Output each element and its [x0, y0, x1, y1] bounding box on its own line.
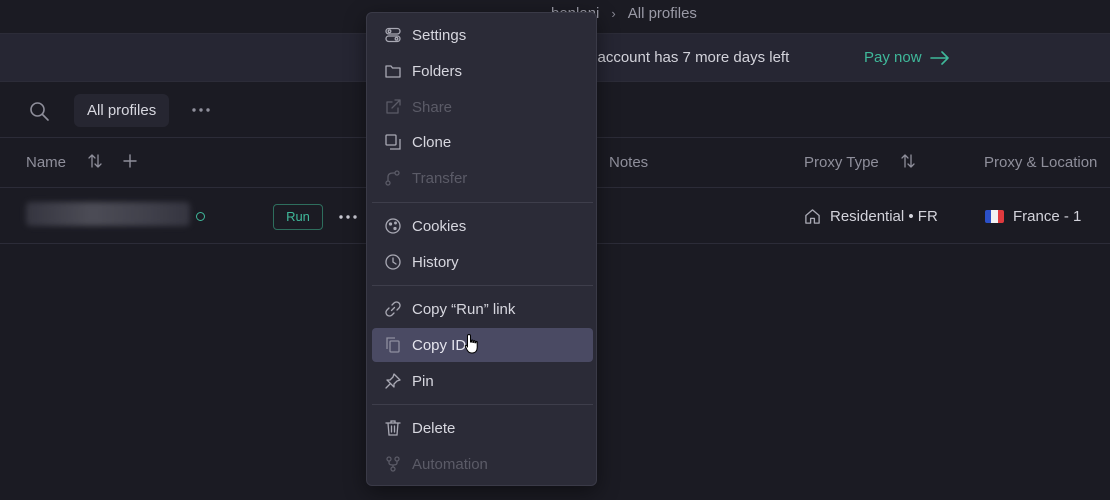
status-indicator — [196, 212, 205, 221]
menu-item-automation: Automation — [372, 447, 593, 481]
menu-label: Settings — [412, 26, 467, 44]
menu-label: Clone — [412, 133, 452, 151]
history-icon — [385, 254, 401, 270]
menu-label: Cookies — [412, 217, 467, 235]
home-icon — [805, 209, 820, 224]
column-proxy-type[interactable]: Proxy Type — [804, 154, 879, 171]
column-name[interactable]: Name — [26, 154, 66, 171]
menu-item-folders[interactable]: Folders — [372, 54, 593, 88]
breadcrumb-current: All profiles — [627, 5, 697, 22]
profile-context-menu: Settings Folders Share Clone Transfer Co… — [366, 12, 597, 486]
location-value: France - 1 — [1013, 208, 1082, 225]
transfer-icon — [385, 170, 400, 186]
menu-item-cookies[interactable]: Cookies — [372, 209, 593, 243]
menu-divider — [372, 285, 593, 286]
add-column-icon[interactable] — [122, 153, 138, 169]
proxy-type-cell: Residential • FR — [804, 208, 938, 225]
profile-name-redacted — [26, 202, 190, 226]
sort-icon[interactable] — [900, 153, 916, 169]
more-horizontal-icon[interactable] — [338, 210, 358, 224]
automation-icon — [386, 456, 400, 472]
column-proxy-location[interactable]: Proxy & Location — [984, 154, 1097, 171]
sort-icon[interactable] — [87, 153, 103, 169]
menu-item-clone[interactable]: Clone — [372, 125, 593, 159]
arrow-right-icon — [929, 50, 949, 65]
cookie-icon — [385, 218, 401, 234]
folder-icon — [385, 65, 401, 78]
pin-icon — [385, 373, 401, 389]
search-icon[interactable] — [28, 100, 50, 122]
column-notes[interactable]: Notes — [609, 154, 648, 171]
menu-label: Copy “Run” link — [412, 300, 516, 318]
clone-icon — [385, 134, 401, 150]
copy-icon — [386, 337, 400, 353]
tab-all-profiles[interactable]: All profiles — [74, 94, 170, 127]
more-horizontal-icon[interactable] — [191, 102, 211, 118]
trash-icon — [385, 420, 401, 436]
menu-divider — [372, 404, 593, 405]
menu-item-transfer: Transfer — [372, 161, 593, 195]
settings-icon — [385, 27, 401, 43]
pay-now-label: Pay now — [864, 49, 922, 66]
hand-cursor-icon — [464, 333, 478, 354]
menu-label: History — [412, 253, 459, 271]
menu-label: Transfer — [412, 169, 468, 187]
menu-item-share: Share — [372, 90, 593, 124]
breadcrumb-separator-icon: › — [611, 6, 616, 21]
proxy-type-value: Residential • FR — [830, 208, 938, 225]
menu-label: Delete — [412, 419, 456, 437]
menu-item-delete[interactable]: Delete — [372, 411, 593, 445]
proxy-location-cell: France - 1 — [985, 208, 1081, 225]
menu-label: Pin — [412, 372, 434, 390]
pay-now-link[interactable]: Pay now — [864, 49, 950, 66]
menu-label: Automation — [412, 455, 488, 473]
link-icon — [385, 301, 401, 317]
menu-item-pin[interactable]: Pin — [372, 364, 593, 398]
france-flag-icon — [985, 210, 1004, 223]
share-icon — [386, 99, 401, 114]
menu-label: Folders — [412, 62, 463, 80]
menu-item-history[interactable]: History — [372, 245, 593, 279]
menu-label: Share — [412, 98, 453, 116]
run-button[interactable]: Run — [273, 204, 323, 230]
menu-divider — [372, 202, 593, 203]
menu-item-copy-run-link[interactable]: Copy “Run” link — [372, 292, 593, 326]
menu-label: Copy ID — [412, 336, 467, 354]
menu-item-settings[interactable]: Settings — [372, 18, 593, 52]
menu-item-copy-id[interactable]: Copy ID — [372, 328, 593, 362]
